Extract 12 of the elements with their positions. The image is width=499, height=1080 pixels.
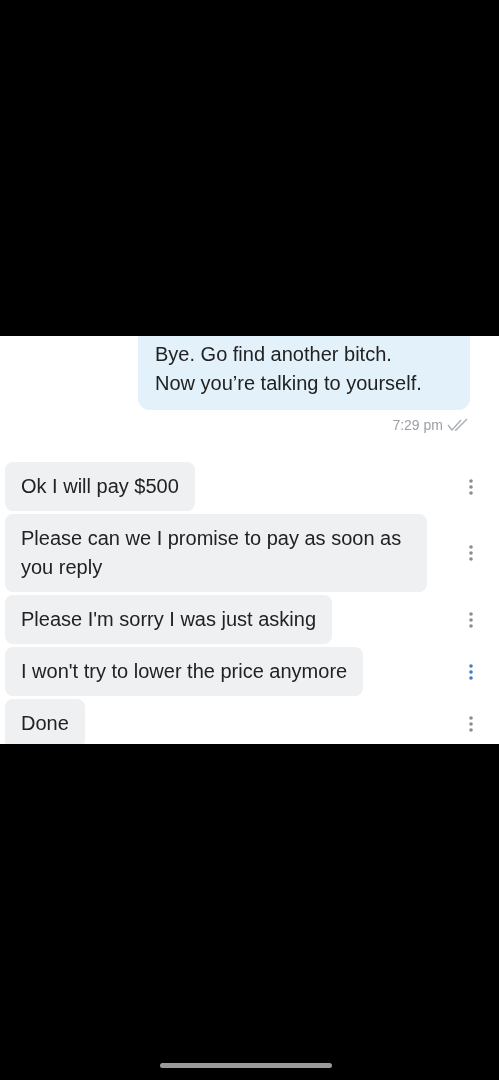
message-bubble: Done	[5, 699, 85, 744]
more-options-icon[interactable]	[469, 715, 473, 732]
message-bubble: I won't try to lower the price anymore	[5, 647, 364, 696]
more-options-icon[interactable]	[469, 478, 473, 495]
message-bubble: Please I'm sorry I was just asking	[5, 595, 333, 644]
message-bubble: Ok I will pay $500	[5, 462, 195, 511]
message-bubble: Please can we I promise to pay as soon as you reply	[5, 514, 427, 592]
message-time: 7:29 pm	[392, 415, 443, 435]
more-options-icon[interactable]	[469, 545, 473, 561]
message-bubble: Bye. Go find another bitch. Now you’re talking to yourself.	[138, 336, 470, 410]
more-options-icon[interactable]	[469, 611, 473, 628]
more-options-icon[interactable]	[469, 663, 473, 680]
